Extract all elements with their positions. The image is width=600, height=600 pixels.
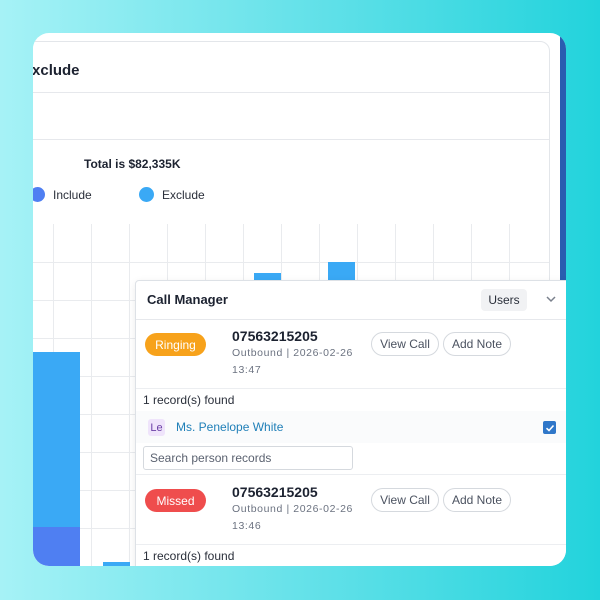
view-call-button[interactable]: View Call bbox=[371, 332, 439, 356]
call-number: 07563215205 bbox=[232, 328, 318, 344]
search-person-input[interactable] bbox=[143, 446, 353, 470]
view-call-button[interactable]: View Call bbox=[371, 488, 439, 512]
call-time: 13:47 bbox=[232, 364, 262, 376]
screenshot-frame: Exclude Total is $82,335K Include Exclud… bbox=[33, 33, 566, 566]
chart-total: Total is $82,335K bbox=[84, 157, 181, 171]
add-note-button[interactable]: Add Note bbox=[443, 332, 511, 356]
divider bbox=[33, 139, 549, 140]
chevron-down-icon[interactable] bbox=[546, 294, 556, 304]
add-note-button[interactable]: Add Note bbox=[443, 488, 511, 512]
call-direction-date: Outbound | 2026-02-26 bbox=[232, 347, 353, 359]
legend-exclude[interactable]: Exclude bbox=[139, 187, 205, 202]
records-found: 1 record(s) found bbox=[143, 549, 235, 563]
check-icon bbox=[545, 424, 554, 432]
person-link[interactable]: Ms. Penelope White bbox=[176, 420, 283, 434]
users-button[interactable]: Users bbox=[481, 289, 527, 311]
chart-bar bbox=[103, 562, 130, 566]
divider bbox=[136, 474, 566, 475]
divider bbox=[33, 92, 549, 93]
person-select-checkbox[interactable] bbox=[543, 421, 556, 434]
avatar: Le bbox=[148, 419, 165, 436]
legend-include-dot bbox=[33, 187, 45, 202]
legend-include-label: Include bbox=[53, 187, 92, 202]
report-title: Exclude bbox=[33, 62, 80, 79]
status-badge: Missed bbox=[145, 489, 206, 512]
call-manager-header: Call Manager Users bbox=[136, 281, 566, 320]
divider bbox=[136, 388, 566, 389]
call-manager-panel: Call Manager Users Ringing 07563215205 O… bbox=[135, 280, 566, 566]
legend-exclude-label: Exclude bbox=[162, 187, 205, 202]
call-manager-title: Call Manager bbox=[147, 292, 228, 307]
status-badge: Ringing bbox=[145, 333, 206, 356]
call-time: 13:46 bbox=[232, 520, 262, 532]
chart-bar bbox=[33, 352, 80, 527]
window-edge bbox=[560, 33, 566, 293]
legend-exclude-dot bbox=[139, 187, 154, 202]
records-found: 1 record(s) found bbox=[143, 393, 235, 407]
legend-include[interactable]: Include bbox=[33, 187, 92, 202]
divider bbox=[136, 544, 566, 545]
call-number: 07563215205 bbox=[232, 484, 318, 500]
chart-bar bbox=[33, 527, 80, 566]
call-direction-date: Outbound | 2026-02-26 bbox=[232, 503, 353, 515]
person-row[interactable]: Le Ms. Penelope White bbox=[136, 411, 566, 443]
